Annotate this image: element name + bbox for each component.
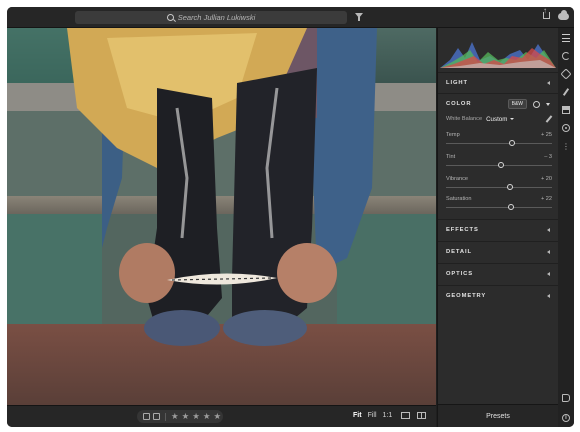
flag-pick-icon[interactable] — [143, 413, 150, 420]
photo-canvas[interactable] — [7, 28, 436, 405]
section-detail[interactable]: DETAIL — [438, 241, 558, 262]
slider-thumb[interactable] — [506, 184, 513, 190]
section-title: DETAIL — [446, 249, 472, 255]
white-balance-select[interactable]: Custom — [486, 116, 507, 123]
crop-rotate-icon[interactable] — [562, 52, 570, 60]
radial-gradient-icon[interactable] — [562, 124, 570, 132]
chevron-left-icon — [547, 81, 550, 85]
section-title: LIGHT — [446, 80, 468, 86]
flag-reject-icon[interactable] — [153, 413, 160, 420]
slider-thumb[interactable] — [498, 162, 505, 168]
slider-thumb[interactable] — [507, 204, 514, 210]
slider-value: + 20 — [540, 176, 552, 182]
filter-icon[interactable] — [355, 13, 363, 21]
chevron-down-icon[interactable] — [510, 118, 515, 120]
cloud-icon[interactable] — [558, 10, 569, 20]
photo-image — [7, 28, 436, 405]
slider-tint[interactable]: Tint – 3 — [446, 154, 552, 174]
slider-vibrance[interactable]: Vibrance + 20 — [446, 176, 552, 196]
slider-saturation[interactable]: Saturation + 22 — [446, 196, 552, 216]
divider — [165, 412, 166, 421]
edit-sliders-icon[interactable] — [562, 34, 570, 42]
slider-label: Tint — [446, 154, 456, 160]
section-title: GEOMETRY — [446, 293, 487, 299]
slider-label: Temp — [446, 132, 460, 138]
bottom-bar: ★ ★ ★ ★ ★ Fit Fill 1:1 — [7, 405, 436, 427]
presets-button[interactable]: Presets — [438, 404, 558, 427]
star-icon[interactable]: ★ — [214, 412, 222, 421]
app-window: Search Jullian Lukiwski ↑ ★ ★ ★ ★ ★ Fit … — [7, 7, 574, 427]
view-modes: Fit Fill 1:1 — [353, 412, 392, 419]
view-fill-button[interactable]: Fill — [368, 412, 377, 419]
chevron-left-icon — [547, 294, 550, 298]
white-balance-row: White Balance Custom — [446, 114, 554, 124]
brush-icon[interactable] — [562, 88, 570, 96]
slider-track[interactable] — [446, 187, 552, 188]
slider-thumb[interactable] — [508, 140, 515, 146]
share-icon[interactable] — [543, 7, 550, 19]
healing-brush-icon[interactable] — [560, 68, 572, 80]
star-icon[interactable]: ★ — [203, 412, 211, 421]
chevron-left-icon — [547, 228, 550, 232]
histogram — [440, 30, 556, 68]
chevron-left-icon — [547, 250, 550, 254]
presets-label: Presets — [486, 412, 510, 420]
search-placeholder: Search Jullian Lukiwski — [177, 13, 256, 22]
section-effects[interactable]: EFFECTS — [438, 219, 558, 240]
edit-panel: LIGHT COLOR B&W White Balance Custom Tem… — [437, 28, 558, 427]
section-optics[interactable]: OPTICS — [438, 263, 558, 284]
top-bar: Search Jullian Lukiwski — [7, 7, 574, 28]
search-icon — [166, 14, 174, 21]
split-view-icon[interactable] — [417, 412, 426, 419]
search-input[interactable]: Search Jullian Lukiwski — [75, 11, 347, 24]
slider-value: + 22 — [540, 196, 552, 202]
more-icon[interactable]: ⋮ — [562, 143, 570, 152]
tool-strip: ⋮ i — [558, 28, 574, 427]
view-fit-button[interactable]: Fit — [353, 412, 362, 419]
star-icon[interactable]: ★ — [171, 412, 179, 421]
slider-temp[interactable]: Temp + 25 — [446, 132, 552, 152]
linear-gradient-icon[interactable] — [562, 106, 570, 114]
slider-track[interactable] — [446, 207, 552, 208]
keyword-tag-icon[interactable] — [562, 394, 570, 402]
chevron-down-icon — [546, 102, 550, 106]
slider-label: Vibrance — [446, 176, 468, 182]
star-icon[interactable]: ★ — [182, 412, 190, 421]
compare-icon[interactable] — [401, 412, 410, 419]
color-controls: B&W — [507, 99, 550, 109]
chevron-left-icon — [547, 272, 550, 276]
white-balance-label: White Balance — [446, 116, 483, 122]
color-mixer-icon[interactable] — [533, 100, 540, 108]
view-1to1-button[interactable]: 1:1 — [383, 412, 393, 419]
slider-label: Saturation — [446, 196, 472, 202]
section-geometry[interactable]: GEOMETRY — [438, 285, 558, 306]
rating-flags: ★ ★ ★ ★ ★ — [137, 410, 223, 423]
eyedropper-icon[interactable] — [545, 115, 553, 123]
section-light[interactable]: LIGHT — [438, 72, 558, 93]
section-title: EFFECTS — [446, 227, 479, 233]
section-title: OPTICS — [446, 271, 473, 277]
info-icon[interactable]: i — [562, 414, 570, 422]
slider-value: + 25 — [540, 132, 552, 138]
star-icon[interactable]: ★ — [192, 412, 200, 421]
slider-value: – 3 — [544, 154, 552, 160]
section-title: COLOR — [446, 101, 472, 107]
bw-button[interactable]: B&W — [507, 99, 527, 109]
section-color[interactable]: COLOR B&W — [438, 93, 558, 114]
slider-track[interactable] — [446, 143, 552, 144]
